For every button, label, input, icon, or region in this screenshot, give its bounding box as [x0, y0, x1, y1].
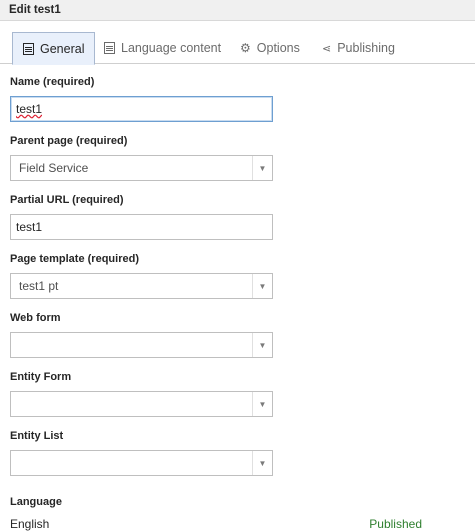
entity-list-select[interactable]: ▼	[10, 450, 273, 476]
name-input[interactable]: test1	[10, 96, 273, 122]
partial-url-input[interactable]: test1	[10, 214, 273, 240]
document-icon	[23, 42, 34, 55]
tab-options[interactable]: ⚙ Options	[231, 32, 309, 64]
chevron-down-icon[interactable]: ▼	[252, 392, 272, 416]
entity-form-select[interactable]: ▼	[10, 391, 273, 417]
parent-page-value: Field Service	[19, 161, 89, 175]
language-row: English Published	[10, 517, 422, 531]
tab-options-label: Options	[256, 41, 300, 55]
parent-page-select[interactable]: Field Service ▼	[10, 155, 273, 181]
tab-language-content-label: Language content	[121, 41, 222, 55]
partial-url-value: test1	[16, 220, 43, 234]
window-title: Edit test1	[0, 0, 475, 21]
gear-icon: ⚙	[240, 41, 251, 55]
tab-bar: General Language content ⚙ Options ⋖ Pub…	[0, 21, 475, 65]
entity-form-label: Entity Form	[10, 371, 72, 383]
parent-page-label: Parent page (required)	[10, 135, 128, 147]
tab-publishing-label: Publishing	[337, 41, 395, 55]
name-label: Name (required)	[10, 76, 95, 88]
language-value: English	[10, 517, 50, 531]
tab-general[interactable]: General	[12, 32, 96, 65]
page-template-select[interactable]: test1 pt ▼	[10, 273, 273, 299]
tab-general-label: General	[40, 41, 85, 56]
page-template-value: test1 pt	[19, 279, 59, 293]
partial-url-label: Partial URL (required)	[10, 194, 124, 206]
chevron-down-icon[interactable]: ▼	[252, 333, 272, 357]
chevron-down-icon[interactable]: ▼	[252, 451, 272, 475]
chevron-down-icon[interactable]: ▼	[252, 274, 272, 298]
web-form-select[interactable]: ▼	[10, 332, 273, 358]
web-form-label: Web form	[10, 312, 61, 324]
share-icon: ⋖	[322, 42, 332, 55]
general-form: Name (required) test1 Parent page (requi…	[0, 76, 475, 531]
tab-publishing[interactable]: ⋖ Publishing	[313, 32, 404, 64]
entity-list-label: Entity List	[10, 430, 64, 442]
status-badge: Published	[369, 517, 422, 531]
language-label: Language	[10, 496, 62, 508]
tab-language-content[interactable]: Language content	[95, 32, 230, 64]
name-value: test1	[16, 102, 43, 116]
document-icon	[104, 42, 115, 54]
chevron-down-icon[interactable]: ▼	[252, 156, 272, 180]
page-template-label: Page template (required)	[10, 253, 139, 265]
